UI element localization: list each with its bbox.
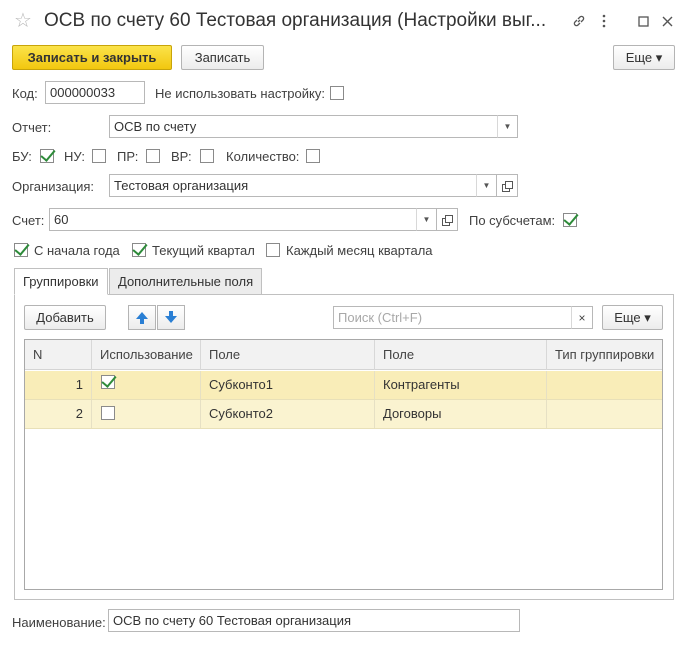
- report-dropdown-button[interactable]: ▼: [497, 115, 518, 138]
- each-month-checkbox[interactable]: [266, 243, 280, 257]
- row-number: 2: [25, 400, 92, 428]
- column-header-n[interactable]: N: [25, 340, 92, 370]
- no-use-label: Не использовать настройку:: [155, 86, 325, 101]
- from-year-start-label: С начала года: [34, 243, 120, 258]
- name-label: Наименование:: [12, 615, 106, 630]
- current-quarter-checkbox[interactable]: [132, 243, 146, 257]
- more-vertical-icon[interactable]: [593, 10, 615, 32]
- code-label: Код:: [12, 86, 38, 101]
- code-field[interactable]: 000000033: [45, 81, 145, 104]
- close-icon[interactable]: [656, 10, 678, 32]
- column-header-field[interactable]: Поле: [201, 340, 375, 370]
- pr-label: ПР:: [117, 149, 139, 164]
- arrow-up-icon: [136, 312, 148, 324]
- use-cell: [92, 400, 201, 428]
- no-use-checkbox[interactable]: [330, 86, 344, 100]
- pr-checkbox[interactable]: [146, 149, 160, 163]
- subaccounts-checkbox[interactable]: [563, 213, 577, 227]
- bu-label: БУ:: [12, 149, 32, 164]
- link-icon[interactable]: [568, 10, 590, 32]
- nu-label: НУ:: [64, 149, 85, 164]
- group-type-cell: [547, 371, 662, 399]
- vr-label: ВР:: [171, 149, 192, 164]
- organization-label: Организация:: [12, 179, 95, 194]
- field-cell: Субконто2: [201, 400, 375, 428]
- move-down-button[interactable]: [157, 305, 185, 330]
- tab-additional-fields[interactable]: Дополнительные поля: [109, 268, 263, 295]
- report-field[interactable]: ОСВ по счету: [109, 115, 498, 138]
- maximize-icon[interactable]: [632, 10, 654, 32]
- quantity-label: Количество:: [226, 149, 300, 164]
- each-month-label: Каждый месяц квартала: [286, 243, 433, 258]
- grid-more-button[interactable]: Еще ▾: [602, 305, 663, 330]
- quantity-checkbox[interactable]: [306, 149, 320, 163]
- move-up-button[interactable]: [128, 305, 156, 330]
- from-year-start-checkbox[interactable]: [14, 243, 28, 257]
- row-number: 1: [25, 371, 92, 399]
- open-icon: [442, 214, 453, 226]
- save-and-close-button[interactable]: Записать и закрыть: [12, 45, 172, 70]
- star-icon[interactable]: ☆: [14, 10, 32, 32]
- organization-open-button[interactable]: [497, 174, 518, 197]
- column-header-group-type[interactable]: Тип группировки: [547, 340, 662, 370]
- vr-checkbox[interactable]: [200, 149, 214, 163]
- account-field[interactable]: 60: [49, 208, 417, 231]
- field-name-cell: Договоры: [375, 400, 547, 428]
- add-button[interactable]: Добавить: [24, 305, 106, 330]
- current-quarter-label: Текущий квартал: [152, 243, 255, 258]
- arrow-down-icon: [165, 311, 177, 323]
- table-row[interactable]: 1 Субконто1 Контрагенты: [25, 371, 662, 400]
- search-clear-button[interactable]: ×: [571, 306, 593, 329]
- account-dropdown-button[interactable]: ▼: [416, 208, 437, 231]
- organization-field[interactable]: Тестовая организация: [109, 174, 498, 197]
- search-input[interactable]: Поиск (Ctrl+F): [333, 306, 573, 329]
- table-row[interactable]: 2 Субконто2 Договоры: [25, 400, 662, 429]
- account-label: Счет:: [12, 213, 45, 228]
- column-header-use[interactable]: Использование: [92, 340, 201, 370]
- report-label: Отчет:: [12, 120, 52, 135]
- group-type-cell: [547, 400, 662, 428]
- account-open-button[interactable]: [437, 208, 458, 231]
- window-title: ОСВ по счету 60 Тестовая организация (На…: [44, 10, 547, 31]
- field-name-cell: Контрагенты: [375, 371, 547, 399]
- bu-checkbox[interactable]: [40, 149, 54, 163]
- name-field[interactable]: ОСВ по счету 60 Тестовая организация: [108, 609, 520, 632]
- nu-checkbox[interactable]: [92, 149, 106, 163]
- use-cell: [92, 371, 201, 399]
- open-icon: [502, 180, 513, 192]
- table-header: N Использование Поле Поле Тип группировк…: [25, 340, 662, 370]
- groupings-table[interactable]: N Использование Поле Поле Тип группировк…: [24, 339, 663, 590]
- subaccounts-label: По субсчетам:: [469, 213, 556, 228]
- use-checkbox[interactable]: [101, 375, 115, 389]
- field-cell: Субконто1: [201, 371, 375, 399]
- tab-groupings[interactable]: Группировки: [14, 268, 108, 295]
- organization-dropdown-button[interactable]: ▼: [476, 174, 497, 197]
- use-checkbox[interactable]: [101, 406, 115, 420]
- more-button[interactable]: Еще ▾: [613, 45, 675, 70]
- column-header-field-name[interactable]: Поле: [375, 340, 547, 370]
- save-button[interactable]: Записать: [181, 45, 264, 70]
